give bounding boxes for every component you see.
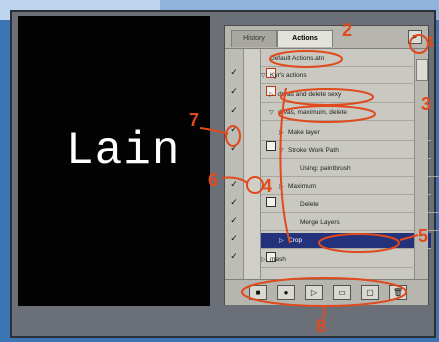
document-canvas: Lain: [18, 16, 210, 306]
command-row[interactable]: ▷ Make layer: [261, 125, 431, 141]
twisty-icon[interactable]: ▷: [269, 88, 278, 102]
annotation-number-2: 2: [342, 20, 353, 40]
command-row[interactable]: ▷ Maximum: [261, 179, 431, 195]
annotation-number-8: 8: [316, 316, 327, 336]
new-action-button[interactable]: ▢: [361, 285, 379, 300]
annotation-number-7: 7: [189, 110, 200, 130]
twisty-icon[interactable]: ▷: [261, 253, 270, 267]
annotation-number-3: 3: [421, 94, 432, 114]
delete-button[interactable]: 🗑: [389, 285, 407, 300]
command-row[interactable]: ▽ Stroke Work Path: [261, 143, 431, 159]
twisty-icon[interactable]: ▷: [279, 234, 288, 248]
command-label: Delete: [300, 201, 319, 208]
scrollbar-thumb[interactable]: [416, 59, 428, 81]
twisty-icon[interactable]: ▷: [279, 180, 288, 194]
toggle-dialog-column: [244, 49, 276, 279]
toggle-item-checkmark[interactable]: ✓: [229, 179, 239, 189]
command-label: Make layer: [288, 129, 320, 136]
toggle-item-column: ✓ ✓ ✓ ✓ ✓ ✓ ✓ ✓ ✓ ✓: [225, 49, 244, 279]
toggle-item-checkmark[interactable]: ✓: [229, 215, 239, 225]
action-row[interactable]: ▷ drvas and delete sexy: [261, 87, 421, 103]
toggle-item-checkmark[interactable]: ✓: [229, 86, 239, 96]
annotation-number-1: 1: [427, 33, 435, 49]
action-label: drvas, maximum, delete: [278, 109, 347, 116]
palette-bottom-toolbar: ■ ● ▷ ▭ ▢ 🗑: [225, 279, 428, 305]
action-label: Default Actions.atn: [270, 55, 325, 62]
new-set-button[interactable]: ▭: [333, 285, 351, 300]
tab-history[interactable]: History: [231, 30, 277, 47]
command-label: Stroke Work Path: [288, 147, 339, 154]
annotation-number-4: 4: [262, 176, 273, 196]
action-row[interactable]: ▷ mash: [261, 252, 413, 268]
action-set-row[interactable]: Default Actions.atn: [261, 51, 413, 67]
palette-menu-button[interactable]: ▸: [408, 30, 422, 44]
toggle-item-checkmark[interactable]: ✓: [229, 197, 239, 207]
command-row[interactable]: Delete: [261, 197, 439, 213]
tab-actions[interactable]: Actions: [277, 30, 333, 47]
twisty-icon[interactable]: ▽: [269, 106, 278, 120]
command-row[interactable]: Merge Layers: [261, 215, 439, 231]
palette-tabs: History Actions ▸: [225, 26, 428, 49]
actions-list: Default Actions.atn ▽ Kyr's actions ▷ drva…: [261, 49, 439, 279]
canvas-text: Lain: [66, 125, 181, 177]
toggle-item-checkmark[interactable]: ✓: [229, 67, 239, 77]
action-label: drvas and delete sexy: [278, 91, 342, 98]
command-row-selected[interactable]: ▷ Crop: [261, 233, 431, 249]
command-label: Maximum: [288, 183, 317, 190]
toggle-item-checkmark[interactable]: ✓: [229, 143, 239, 153]
toggle-item-checkmark[interactable]: ✓: [229, 124, 239, 134]
command-label: Merge Layers: [300, 219, 340, 226]
action-label: mash: [270, 256, 286, 263]
command-detail-row[interactable]: Using: paintbrush: [261, 161, 439, 177]
actions-palette: History Actions ▸ ✓ ✓ ✓ ✓ ✓ ✓ ✓ ✓ ✓ ✓ De…: [224, 25, 439, 305]
toggle-item-checkmark[interactable]: ✓: [229, 233, 239, 243]
command-label: Crop: [288, 237, 303, 244]
action-row[interactable]: ▽ drvas, maximum, delete: [261, 105, 421, 121]
action-label: Kyr's actions: [270, 72, 307, 79]
record-button[interactable]: ●: [277, 285, 295, 300]
twisty-icon[interactable]: ▽: [261, 69, 270, 83]
annotation-number-6: 6: [208, 170, 219, 190]
action-set-row[interactable]: ▽ Kyr's actions: [261, 68, 413, 84]
annotation-number-5: 5: [418, 226, 429, 246]
command-detail-label: Using: paintbrush: [300, 165, 351, 172]
play-button[interactable]: ▷: [305, 285, 323, 300]
toggle-item-checkmark[interactable]: ✓: [229, 105, 239, 115]
stop-button[interactable]: ■: [249, 285, 267, 300]
twisty-icon[interactable]: ▽: [279, 144, 288, 158]
twisty-icon[interactable]: ▷: [279, 126, 288, 140]
toggle-item-checkmark[interactable]: ✓: [229, 251, 239, 261]
